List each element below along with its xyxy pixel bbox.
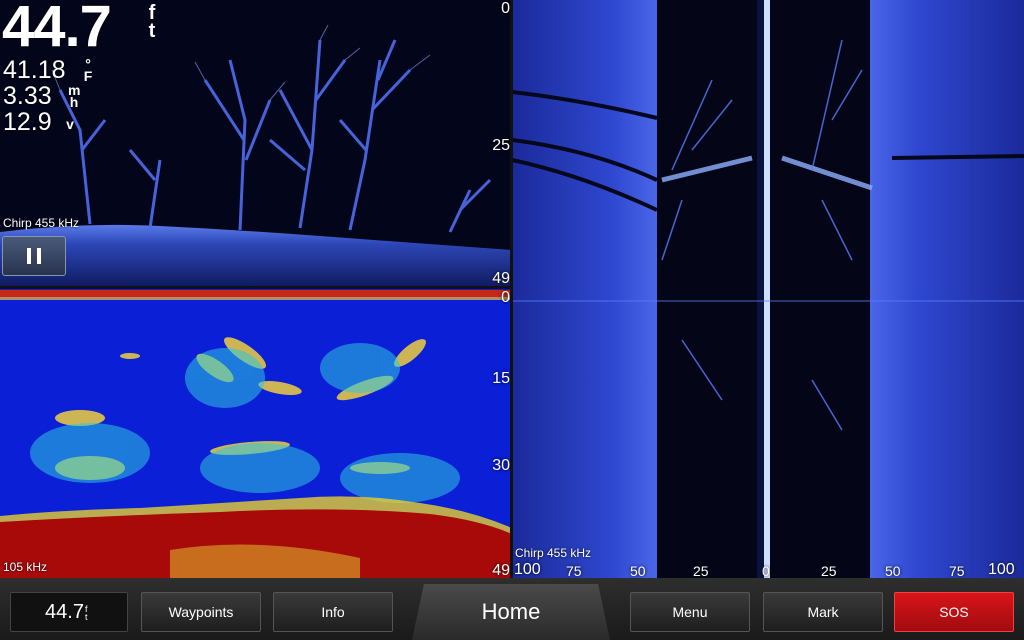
pause-icon bbox=[27, 248, 31, 264]
downvu-sonar-pane[interactable]: 44.7 f t 41.18 ° F 3.33 m h 12.9 v Chirp… bbox=[0, 0, 512, 288]
depth-databar-button[interactable]: 44.7 ft bbox=[10, 592, 128, 632]
sidevu-tick-left-50: 50 bbox=[630, 563, 646, 578]
sidevu-tick-right-75: 75 bbox=[949, 563, 965, 578]
speed-readout: 3.33 bbox=[3, 82, 52, 110]
waypoints-button[interactable]: Waypoints bbox=[141, 592, 261, 632]
downvu-scale-mid: 25 bbox=[492, 137, 510, 154]
menu-button[interactable]: Menu bbox=[630, 592, 750, 632]
downvu-scale-top: 0 bbox=[501, 0, 510, 17]
traditional-scale-top: 0 bbox=[501, 289, 510, 306]
mark-button[interactable]: Mark bbox=[763, 592, 883, 632]
temperature-unit: ° F bbox=[83, 56, 93, 84]
traditional-scale-30: 30 bbox=[492, 457, 510, 474]
pause-button[interactable] bbox=[2, 236, 66, 276]
info-button[interactable]: Info bbox=[273, 592, 393, 632]
traditional-scale-15: 15 bbox=[492, 370, 510, 387]
bottom-toolbar: 44.7 ft Waypoints Info Home Menu Mark SO… bbox=[0, 578, 1024, 640]
pane-divider-horizontal[interactable] bbox=[0, 286, 512, 289]
speed-unit: m h bbox=[68, 82, 81, 110]
sidevu-tick-right-50: 50 bbox=[885, 563, 901, 578]
sidevu-tick-left-100: 100 bbox=[514, 561, 541, 578]
traditional-sonar-pane[interactable]: 105 kHz 0 15 30 49 bbox=[0, 288, 512, 578]
downvu-frequency-label: Chirp 455 kHz bbox=[3, 216, 80, 230]
voltage-unit: v bbox=[66, 116, 74, 132]
sidevu-tick-right-100: 100 bbox=[988, 561, 1015, 578]
sos-button[interactable]: SOS bbox=[894, 592, 1014, 632]
temperature-readout: 41.18 bbox=[3, 56, 66, 84]
sidevu-tick-left-25: 25 bbox=[693, 563, 709, 578]
voltage-readout: 12.9 bbox=[3, 108, 52, 136]
sidevu-frequency-label: Chirp 455 kHz bbox=[515, 546, 592, 560]
sidevu-tick-center-0: 0 bbox=[762, 563, 770, 578]
sidevu-tick-left-75: 75 bbox=[566, 563, 582, 578]
traditional-scale-bottom: 49 bbox=[492, 562, 510, 578]
depth-unit: f t bbox=[148, 2, 156, 42]
depth-readout: 44.7 bbox=[2, 0, 112, 59]
sidevu-sonar-image bbox=[512, 0, 1024, 578]
sidevu-sonar-pane[interactable]: Chirp 455 kHz 100 75 50 25 0 25 50 75 10… bbox=[512, 0, 1024, 578]
home-button[interactable]: Home bbox=[412, 584, 610, 640]
pane-divider-vertical[interactable] bbox=[510, 0, 513, 578]
traditional-frequency-label: 105 kHz bbox=[3, 560, 48, 574]
sidevu-tick-right-25: 25 bbox=[821, 563, 837, 578]
traditional-sonar-image bbox=[0, 290, 512, 578]
